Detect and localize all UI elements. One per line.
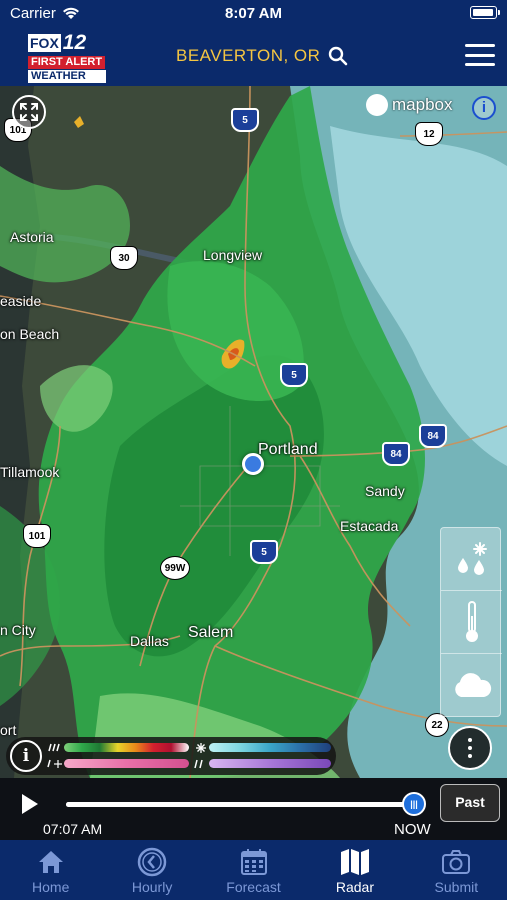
city-label: n City [0,622,36,638]
status-bar: Carrier 8:07 AM [0,0,507,28]
timeline-track[interactable] [66,802,414,807]
snow-legend-bar [209,743,331,752]
fox12-logo[interactable]: FOX 12 FIRST ALERT WEATHER [28,31,108,83]
mix-legend-bar [64,759,189,768]
mapbox-attribution: mapbox [366,94,452,116]
ice-legend-icon [194,759,203,769]
fullscreen-button[interactable] [12,95,46,129]
logo-first-alert: FIRST ALERT [28,56,106,69]
layer-precipitation-button[interactable] [441,528,502,591]
radar-legend: i [6,737,336,775]
play-icon[interactable] [22,794,38,814]
city-label: easide [0,293,42,309]
home-icon [38,851,63,873]
mapbox-logo-icon [366,94,388,116]
timeline-start-time: 07:07 AM [43,821,103,837]
ice-legend-bar [209,759,331,768]
logo-number: 12 [62,31,87,54]
tab-radar[interactable]: Radar [304,840,405,900]
city-label-salem: Salem [188,624,234,641]
calendar-icon [240,849,267,875]
timeline-progress [66,802,414,807]
tab-forecast[interactable]: Forecast [203,840,304,900]
logo-fox: FOX [28,34,61,52]
location-selector[interactable]: BEAVERTON, OR [176,46,348,66]
radar-timeline: ||| 07:07 AM NOW Past [0,778,507,840]
city-label: ort [0,722,17,738]
menu-line-icon [465,44,495,47]
thermometer-icon [465,601,478,642]
battery-icon [470,6,500,19]
tab-hourly[interactable]: Hourly [101,840,202,900]
city-label: Dallas [130,633,169,649]
current-location-marker [242,453,264,475]
highway-shield: 30 [110,246,138,270]
tab-label: Radar [335,879,374,895]
timeline-scrubber-handle[interactable]: ||| [402,792,426,816]
status-time: 8:07 AM [225,5,282,22]
layer-temperature-button[interactable] [441,591,502,654]
highway-shield: 101 [23,524,51,548]
tab-label: Forecast [226,879,281,895]
mapbox-label: mapbox [392,95,453,114]
dot-icon [468,746,472,750]
city-label: Tillamook [0,464,60,480]
tab-label: Hourly [131,879,173,895]
app-header: FOX 12 FIRST ALERT WEATHER BEAVERTON, OR [0,28,507,86]
highway-shield: 12 [415,122,443,146]
city-label: Sandy [365,483,405,499]
city-label: Astoria [10,229,54,245]
tab-label: Home [32,879,70,895]
clock-icon [137,847,167,877]
snow-legend-icon [196,743,206,753]
location-label: BEAVERTON, OR [176,46,321,65]
layer-clouds-button[interactable] [441,654,502,717]
logo-weather: WEATHER [28,70,106,83]
past-button[interactable]: Past [440,784,500,822]
highway-shield: 99W [160,556,190,580]
rain-snow-icon [457,542,487,575]
dot-icon [468,754,472,758]
timeline-end-label: NOW [394,821,431,838]
cloud-icon [454,672,491,697]
tab-submit[interactable]: Submit [406,840,507,900]
highway-shield: 84 [382,442,410,466]
city-label: Longview [203,247,263,263]
dot-icon [468,738,472,742]
highway-shield: 5 [280,363,308,387]
radar-map[interactable]: Astoria Longview easide on Beach Portlan… [0,86,507,778]
rain-legend-bar [64,743,189,752]
menu-line-icon [465,63,495,66]
map-icon [340,849,369,875]
legend-info-button[interactable]: i [10,740,42,772]
radar-layer-panel [440,527,502,717]
city-label-portland: Portland [258,441,318,458]
hamburger-menu-button[interactable] [465,44,495,66]
radar-screen: Carrier 8:07 AM FOX 12 FIRST ALERT WEATH… [0,0,507,900]
city-label: Estacada [340,518,399,534]
search-icon [329,46,348,66]
bottom-tab-bar: Home Hourly Forecast Radar Submit [0,840,507,900]
highway-shield: 5 [231,108,259,132]
tab-label: Submit [434,879,479,895]
tab-home[interactable]: Home [0,840,101,900]
highway-shield: 5 [250,540,278,564]
menu-line-icon [465,53,495,57]
city-label: on Beach [0,326,60,342]
expand-icon [20,103,38,121]
attribution-info-icon[interactable]: i [472,96,496,120]
more-options-button[interactable] [448,726,492,770]
mix-legend-icon [47,759,62,768]
highway-shield: 84 [419,424,447,448]
rain-legend-icon [48,743,60,752]
camera-icon [442,850,471,874]
